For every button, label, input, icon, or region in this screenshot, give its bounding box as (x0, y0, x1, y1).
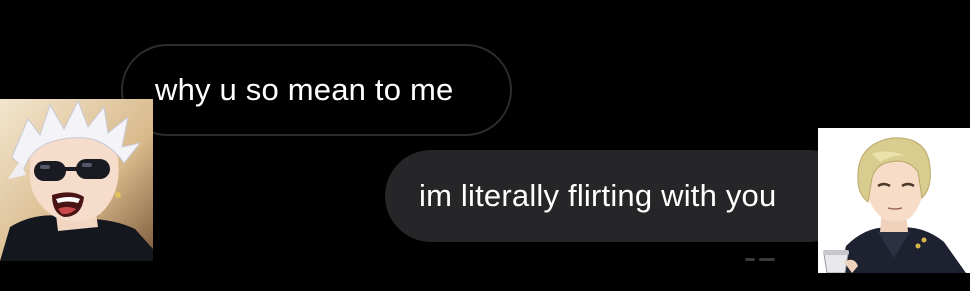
outgoing-message-text: im literally flirting with you (419, 178, 777, 213)
outgoing-message-bubble[interactable]: im literally flirting with you (385, 150, 855, 242)
blonde-hair-character-icon (818, 128, 970, 273)
white-hair-character-icon (0, 99, 153, 261)
partial-indicator (745, 258, 785, 264)
incoming-message-bubble[interactable]: why u so mean to me (121, 44, 512, 136)
incoming-message-text: why u so mean to me (155, 72, 454, 107)
left-character-avatar (0, 99, 153, 261)
right-character-avatar (818, 128, 970, 273)
